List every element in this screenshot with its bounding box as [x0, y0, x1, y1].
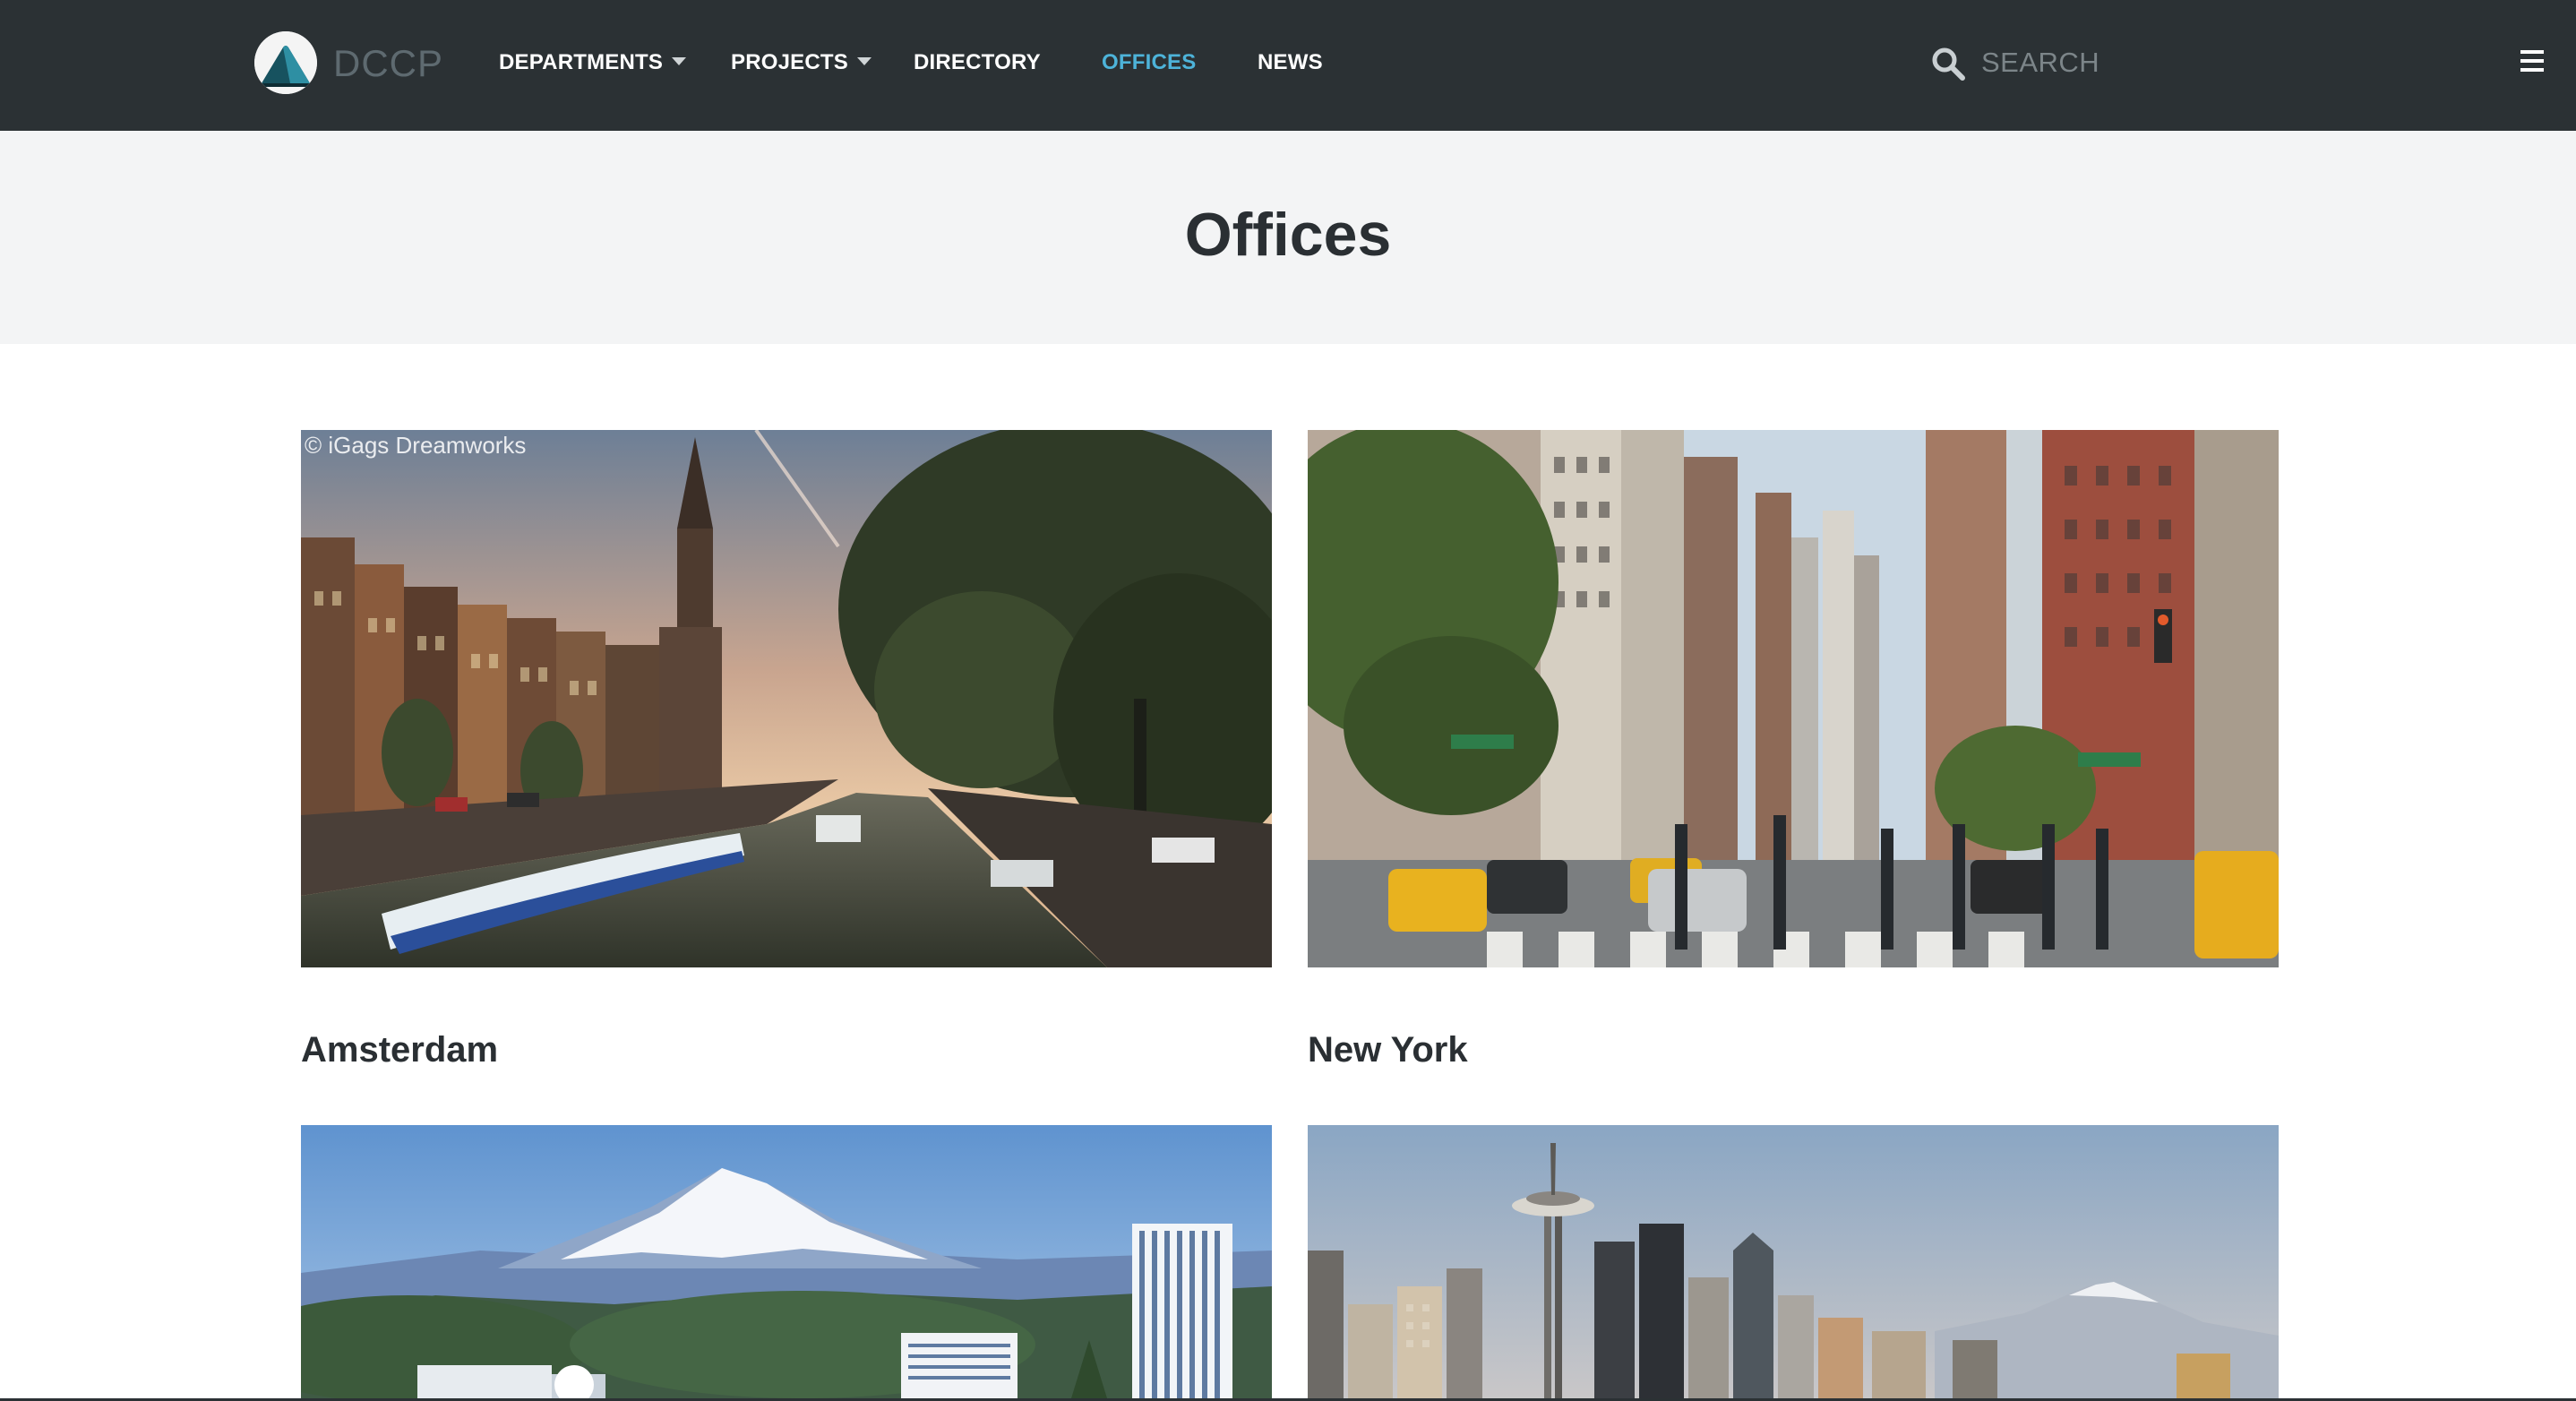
nav-offices[interactable]: OFFICES	[1102, 45, 1196, 81]
hamburger-menu-icon[interactable]	[2520, 50, 2544, 75]
nav-directory[interactable]: DIRECTORY	[914, 45, 1041, 81]
nav-news[interactable]: NEWS	[1258, 45, 1323, 81]
office-city-name[interactable]: New York	[1308, 1025, 1468, 1075]
nav-projects-label: PROJECTS	[731, 50, 848, 74]
top-navbar: DCCP DEPARTMENTS PROJECTS DIRECTORY OFFI…	[0, 0, 2576, 131]
seattle-skyline-photo[interactable]	[1308, 1125, 2279, 1398]
search-input[interactable]	[1981, 39, 2214, 86]
portland-mount-hood-photo[interactable]	[301, 1125, 1272, 1398]
caret-down-icon	[856, 57, 872, 66]
page-header: Offices	[0, 131, 2576, 344]
new-york-street-photo[interactable]	[1308, 430, 2279, 967]
search-icon[interactable]	[1931, 47, 1965, 81]
caret-down-icon	[672, 57, 687, 66]
nav-projects[interactable]: PROJECTS	[731, 45, 872, 81]
nav-offices-label: OFFICES	[1102, 50, 1197, 74]
mountain-logo-icon[interactable]	[254, 31, 317, 94]
nav-departments[interactable]: DEPARTMENTS	[499, 45, 687, 81]
search-box	[1931, 39, 2218, 86]
nav-news-label: NEWS	[1258, 50, 1323, 74]
page-title: Offices	[1184, 201, 1392, 269]
nav-directory-label: DIRECTORY	[914, 50, 1041, 74]
nav-departments-label: DEPARTMENTS	[499, 50, 664, 74]
amsterdam-canal-photo[interactable]: © iGags Dreamworks	[301, 430, 1272, 967]
photo-credit: © iGags Dreamworks	[305, 432, 527, 459]
brand-name[interactable]: DCCP	[333, 39, 443, 88]
office-city-name[interactable]: Amsterdam	[301, 1025, 498, 1075]
